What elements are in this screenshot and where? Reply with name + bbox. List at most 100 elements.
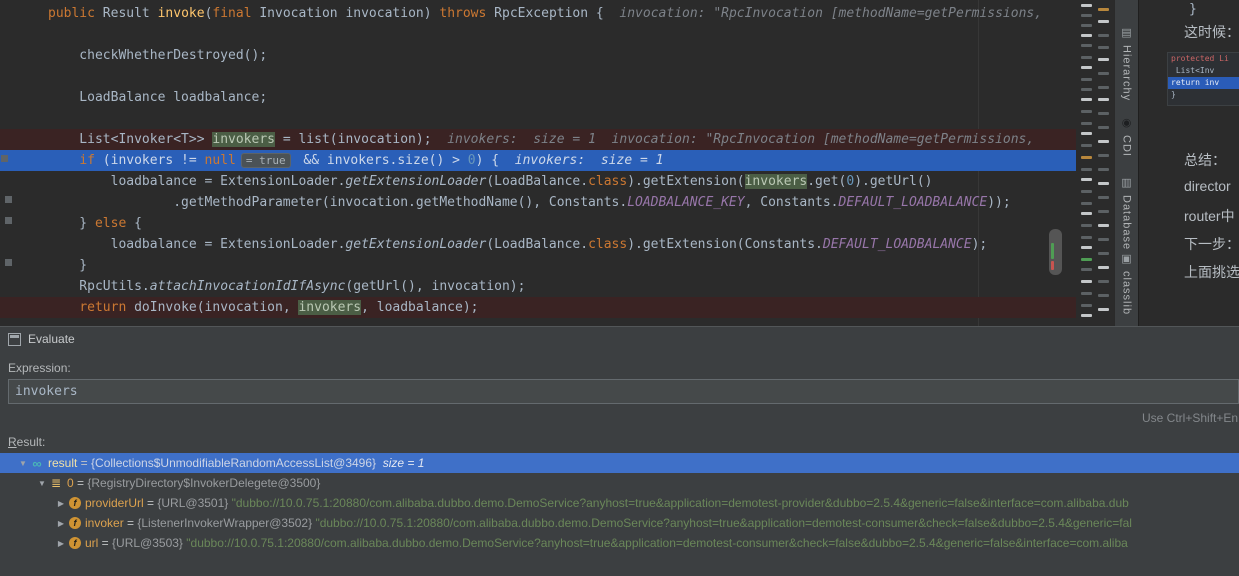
stripe-mark[interactable]	[1098, 8, 1109, 11]
expression-input[interactable]	[8, 379, 1239, 404]
stripe-mark[interactable]	[1081, 236, 1092, 239]
stripe-mark[interactable]	[1081, 44, 1092, 47]
stripe-mark[interactable]	[1081, 56, 1092, 59]
variable-name: 0	[67, 476, 74, 490]
stripe-mark[interactable]	[1098, 210, 1109, 213]
stripe-mark[interactable]	[1081, 224, 1092, 227]
stripe-mark[interactable]	[1081, 4, 1092, 7]
code-line[interactable]: public Result invoke(final Invocation in…	[0, 3, 1076, 24]
stripe-mark[interactable]	[1098, 86, 1109, 89]
code-line[interactable]: }	[0, 255, 1076, 276]
stripe-mark[interactable]	[1098, 182, 1109, 185]
stripe-mark[interactable]	[1081, 246, 1092, 249]
code-line[interactable]: loadbalance = ExtensionLoader.getExtensi…	[0, 171, 1076, 192]
stripe-mark[interactable]	[1098, 154, 1109, 157]
stripe-mark[interactable]	[1081, 304, 1092, 307]
code-line[interactable]	[0, 24, 1076, 45]
variable-row[interactable]: ▶ f url = {URL@3503} "dubbo://10.0.75.1:20…	[0, 533, 1239, 553]
stripe-mark[interactable]	[1098, 98, 1109, 101]
tool-window-button-hierarchy[interactable]: ▤ Hierarchy	[1115, 26, 1138, 101]
stripe-mark[interactable]	[1098, 58, 1109, 61]
stripe-mark[interactable]	[1081, 34, 1092, 37]
stripe-mark[interactable]	[1098, 34, 1109, 37]
chevron-down-icon[interactable]: ▼	[35, 479, 49, 488]
variable-row[interactable]: ▶ f providerUrl = {URL@3501} "dubbo://10.0…	[0, 493, 1239, 513]
stripe-mark[interactable]	[1081, 132, 1092, 135]
stripe-mark[interactable]	[1098, 140, 1109, 143]
variable-row[interactable]: ▼ ∞ result = {Collections$UnmodifiableRand…	[0, 453, 1239, 473]
code-line[interactable]: } else {	[0, 213, 1076, 234]
expression-label: Expression:	[8, 361, 71, 375]
stripe-mark[interactable]	[1098, 168, 1109, 171]
stripe-mark[interactable]	[1081, 202, 1092, 205]
stripe-mark[interactable]	[1081, 156, 1092, 159]
code-line[interactable]: loadbalance = ExtensionLoader.getExtensi…	[0, 234, 1076, 255]
snippet-line: }	[1171, 90, 1176, 99]
code-editor[interactable]: public Result invoke(final Invocation in…	[0, 0, 1076, 326]
stripe-mark[interactable]	[1081, 24, 1092, 27]
gutter-marker[interactable]	[1, 155, 8, 162]
code-token: Invocation invocation)	[251, 6, 440, 21]
code-line[interactable]: .getMethodParameter(invocation.getMethod…	[0, 192, 1076, 213]
stripe-mark[interactable]	[1098, 196, 1109, 199]
code-token: invoke	[157, 6, 205, 21]
item-icon: ≣	[50, 476, 62, 490]
code-line[interactable]: checkWhetherDestroyed();	[0, 45, 1076, 66]
code-line[interactable]: LoadBalance loadbalance;	[0, 87, 1076, 108]
stripe-mark[interactable]	[1081, 212, 1092, 215]
code-token: loadbalance = ExtensionLoader.	[48, 237, 346, 252]
stripe-mark[interactable]	[1081, 178, 1092, 181]
stripe-mark[interactable]	[1081, 78, 1092, 81]
gutter-marker[interactable]	[5, 217, 12, 224]
tool-window-button-database[interactable]: ▥ Database	[1115, 176, 1138, 250]
stripe-mark[interactable]	[1098, 46, 1109, 49]
stripe-mark[interactable]	[1081, 110, 1092, 113]
code-line[interactable]	[0, 66, 1076, 87]
chevron-right-icon[interactable]: ▶	[54, 539, 68, 548]
stripe-mark[interactable]	[1098, 126, 1109, 129]
stripe-mark[interactable]	[1081, 66, 1092, 69]
stripe-mark[interactable]	[1081, 268, 1092, 271]
gutter-marker[interactable]	[5, 259, 12, 266]
vcs-change-marker[interactable]	[1051, 261, 1054, 270]
code-line[interactable]: List<Invoker<T>> invokers = list(invocat…	[0, 129, 1076, 150]
stripe-mark[interactable]	[1081, 88, 1092, 91]
stripe-mark[interactable]	[1081, 122, 1092, 125]
code-token: ).getExtension(	[627, 174, 745, 189]
tool-window-button-classlib[interactable]: ▣ classlib	[1115, 252, 1138, 315]
variable-type-ref: {RegistryDirectory$InvokerDelegete@3500}	[87, 476, 321, 490]
chevron-down-icon[interactable]: ▼	[16, 459, 30, 468]
code-line[interactable]: return doInvoke(invocation, invokers, lo…	[0, 297, 1076, 318]
chevron-right-icon[interactable]: ▶	[54, 499, 68, 508]
variable-row[interactable]: ▶ f invoker = {ListenerInvokerWrapper@3502…	[0, 513, 1239, 533]
stripe-mark[interactable]	[1098, 224, 1109, 227]
stripe-mark[interactable]	[1081, 258, 1092, 261]
stripe-mark[interactable]	[1081, 292, 1092, 295]
stripe-mark[interactable]	[1098, 72, 1109, 75]
stripe-mark[interactable]	[1081, 14, 1092, 17]
stripe-mark[interactable]	[1098, 252, 1109, 255]
chevron-right-icon[interactable]: ▶	[54, 519, 68, 528]
vcs-change-marker[interactable]	[1051, 243, 1054, 259]
gutter-marker[interactable]	[5, 196, 12, 203]
code-line[interactable]: if (invokers != null = true && invokers.s…	[0, 150, 1076, 171]
code-line[interactable]: RpcUtils.attachInvocationIdIfAsync(getUr…	[0, 276, 1076, 297]
stripe-mark[interactable]	[1081, 190, 1092, 193]
tool-window-button-cdi[interactable]: ◉ CDI	[1115, 116, 1138, 157]
stripe-mark[interactable]	[1098, 112, 1109, 115]
stripe-mark[interactable]	[1081, 98, 1092, 101]
stripe-mark[interactable]	[1098, 280, 1109, 283]
stripe-mark[interactable]	[1098, 20, 1109, 23]
stripe-mark[interactable]	[1098, 294, 1109, 297]
stripe-mark[interactable]	[1098, 308, 1109, 311]
stripe-mark[interactable]	[1081, 144, 1092, 147]
stripe-mark[interactable]	[1081, 280, 1092, 283]
stripe-mark[interactable]	[1098, 238, 1109, 241]
stripe-mark[interactable]	[1098, 266, 1109, 269]
result-label: Result:	[8, 435, 46, 449]
variable-row[interactable]: ▼ ≣ 0 = {RegistryDirectory$InvokerDelegete…	[0, 473, 1239, 493]
code-line[interactable]	[0, 108, 1076, 129]
stripe-mark[interactable]	[1081, 168, 1092, 171]
stripe-mark[interactable]	[1081, 314, 1092, 317]
